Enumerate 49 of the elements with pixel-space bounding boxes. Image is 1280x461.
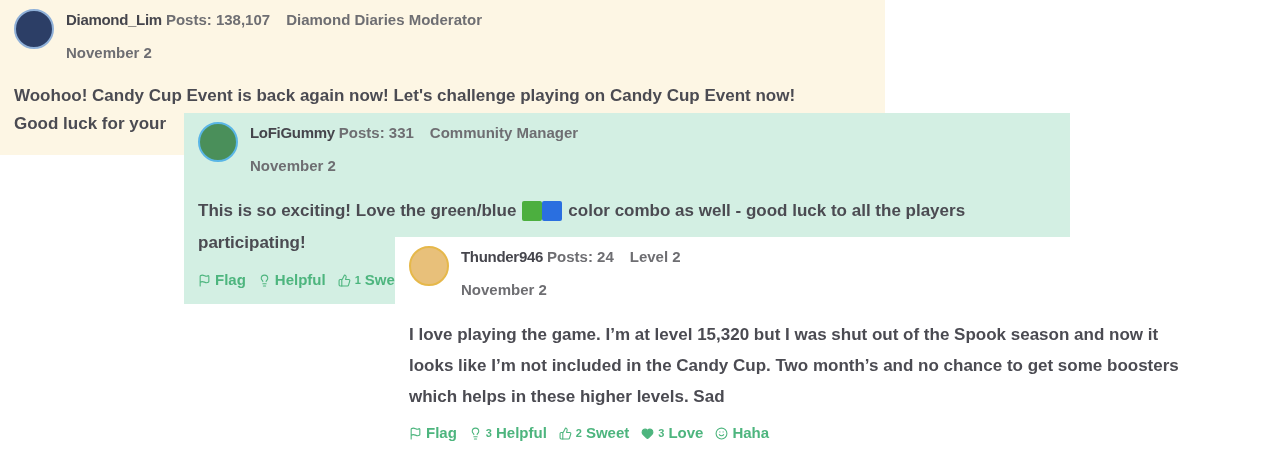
post-count: Posts: 331 (338, 123, 414, 143)
reaction-label: Helpful (495, 423, 547, 443)
avatar (409, 246, 449, 286)
reaction-button[interactable]: Haha (715, 422, 770, 445)
reaction-label: Swe (364, 270, 395, 290)
reaction-label: Helpful (274, 270, 326, 290)
comment-text: which helps in these higher levels. Sad (409, 386, 725, 408)
post-date: November 2 (461, 279, 548, 300)
reaction-button[interactable]: 2 Sweet (558, 422, 630, 445)
flag-icon (409, 426, 422, 440)
heart-icon (641, 426, 655, 440)
avatar (14, 9, 54, 49)
reaction-button[interactable]: 3 Helpful (468, 422, 547, 445)
author-name[interactable]: LoFiGummy (250, 122, 335, 145)
smile-icon (715, 426, 729, 440)
post-date: November 2 (66, 42, 153, 63)
user-role: Community Manager (429, 123, 579, 143)
reaction-count: 1 (354, 273, 361, 288)
reaction-button[interactable]: 1 Swe (337, 269, 395, 292)
reaction-count: 3 (658, 426, 665, 441)
post-date: November 2 (250, 155, 337, 176)
comment-text: Woohoo! Candy Cup Event is back again now! Let's challenge playing on Candy Cup Event now! (14, 85, 796, 107)
thumbs-up-icon (558, 426, 572, 440)
thumbs-up-icon (337, 273, 351, 287)
reaction-button[interactable]: Flag (198, 269, 246, 292)
comment-text: Good luck for your (14, 113, 167, 135)
reaction-label: Flag (215, 270, 246, 290)
comment-text: I love playing the game. I’m at level 15,320 but I was shut out of the Spook season and now it (409, 324, 1159, 346)
reaction-button[interactable]: Flag (409, 422, 457, 445)
reaction-count: 3 (485, 426, 492, 441)
author-name[interactable]: Thunder946 (461, 246, 544, 269)
reaction-label: Flag (426, 423, 457, 443)
author-name[interactable]: Diamond_Lim (66, 9, 162, 32)
post-count: Posts: 24 (547, 247, 614, 267)
comment-text: This is so exciting! Love the green/blue (198, 200, 517, 222)
reaction-label: Haha (732, 423, 770, 443)
user-role: Level 2 (629, 247, 681, 267)
comment-text: color combo as well - good luck to all the players (568, 200, 966, 222)
reaction-button[interactable]: 3 Love (641, 422, 704, 445)
reaction-button[interactable]: Helpful (257, 269, 326, 292)
post-count: Posts: 138,107 (165, 10, 271, 30)
reaction-count: 2 (575, 426, 582, 441)
avatar (198, 122, 238, 162)
comment-text: looks like I’m not included in the Candy Cup. Two month’s and no chance to get some boosters (409, 355, 1179, 377)
reaction-label: Love (668, 423, 704, 443)
flag-icon (198, 273, 211, 287)
user-role: Diamond Diaries Moderator (286, 10, 482, 30)
reaction-label: Sweet (585, 423, 630, 443)
comment-text: participating! (198, 232, 306, 254)
